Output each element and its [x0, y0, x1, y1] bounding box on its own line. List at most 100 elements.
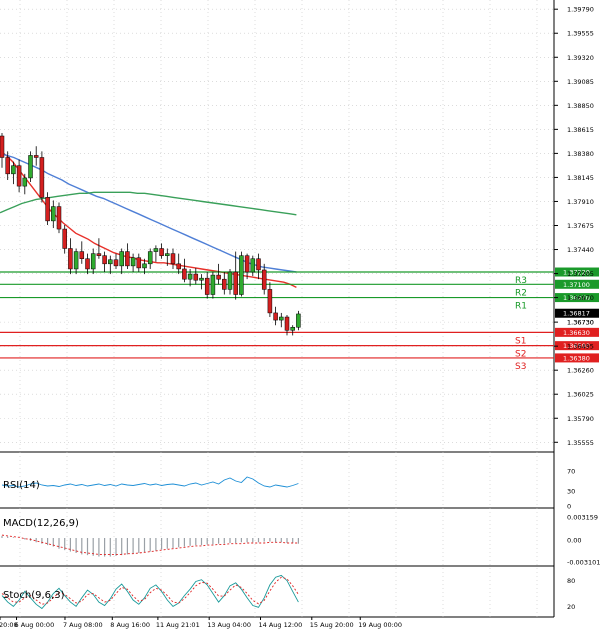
candle-up [296, 313, 301, 328]
candle-up [153, 248, 159, 252]
candle-up [90, 253, 96, 270]
time-tick-label: 13 Aug 04:00 [207, 621, 251, 629]
candle-up [11, 165, 16, 175]
stoch-panel-label: Stoch(9,6,3) [3, 590, 65, 601]
candle-up [290, 326, 295, 331]
candle-down [0, 135, 5, 158]
candle-up [279, 316, 284, 321]
time-tick-label: 14 Aug 12:00 [258, 621, 302, 629]
level-price-tag-label: 1.37100 [563, 281, 590, 289]
candle-down [256, 258, 261, 271]
candle-up [165, 253, 170, 256]
candle-down [39, 157, 45, 198]
stoch-tick-label: 80 [567, 577, 575, 585]
rsi-tick-label: 0 [567, 503, 571, 511]
candle-up [199, 277, 204, 281]
candle-down [56, 206, 62, 230]
candle-up [239, 255, 244, 295]
candle-up [250, 258, 256, 273]
price-tick-label: 1.36970 [567, 294, 594, 302]
rsi-panel-label: RSI(14) [3, 480, 40, 491]
price-tick-label: 1.39085 [567, 78, 594, 86]
price-tick-label: 1.38615 [567, 126, 594, 134]
candle-down [96, 253, 102, 256]
candle-down [79, 251, 85, 259]
candle-down [62, 228, 67, 249]
candle-up [119, 251, 124, 267]
candle-down [193, 273, 199, 281]
level-label-r1: R1 [515, 302, 527, 312]
price-tick-label: 1.39790 [567, 6, 594, 14]
time-tick-label: 11 Aug 21:01 [156, 621, 200, 629]
candle-up [142, 263, 147, 269]
price-tick-label: 1.36495 [567, 343, 594, 351]
candle-up [108, 259, 113, 265]
price-tick-label: 1.36260 [567, 367, 594, 375]
price-tick-label: 1.38380 [567, 150, 594, 158]
price-tick-label: 1.39555 [567, 30, 594, 38]
candle-down [33, 155, 39, 158]
rsi-tick-label: 30 [567, 488, 575, 496]
candle-down [216, 274, 221, 280]
price-tick-label: 1.39320 [567, 54, 594, 62]
level-price-tag-label: 1.36380 [563, 354, 590, 362]
time-tick-label: 7 Aug 08:00 [63, 621, 103, 629]
candle-down [261, 269, 267, 290]
candle-down [125, 251, 130, 267]
level-label-r2: R2 [515, 288, 527, 298]
price-tick-label: 1.37205 [567, 270, 594, 278]
candle-down [267, 289, 273, 314]
price-tick-label: 1.38850 [567, 102, 594, 110]
candle-down [176, 263, 181, 270]
candle-up [22, 177, 28, 187]
candle-down [136, 257, 142, 269]
candle-down [5, 157, 10, 175]
time-tick-label: 6 Aug 00:00 [15, 621, 55, 629]
candle-down [273, 312, 278, 321]
candle-up [147, 251, 153, 265]
current-price-label: 1.36817 [563, 310, 590, 318]
candle-down [159, 248, 164, 256]
stoch-tick-label: 20 [567, 603, 575, 611]
candle-down [170, 253, 176, 265]
macd-tick-label: 0.00 [567, 537, 581, 545]
macd-tick-label: -0.003101 [567, 559, 600, 567]
time-tick-label: 19 Aug 00:00 [358, 621, 402, 629]
candle-up [227, 271, 233, 290]
candle-up [51, 206, 56, 222]
candle-down [45, 197, 50, 222]
price-tick-label: 1.37675 [567, 222, 594, 230]
price-tick-label: 1.35790 [567, 415, 594, 423]
forex-chart: R3 1.37220 R2 1.37100 R1 1.36970 S1 1.36630 S2 1.… [0, 0, 600, 632]
candle-down [204, 277, 210, 295]
candle-up [28, 155, 33, 179]
candle-down [85, 258, 90, 270]
candle-down [233, 271, 238, 295]
price-tick-label: 1.37910 [567, 198, 594, 206]
price-tick-label: 1.35555 [567, 439, 594, 447]
candle-down [102, 255, 107, 265]
candle-up [187, 273, 193, 280]
macd-tick-label: 0.003159 [567, 514, 598, 522]
candle-down [244, 255, 250, 273]
candle-down [222, 278, 227, 290]
candle-up [210, 274, 216, 295]
price-tick-label: 1.36730 [567, 319, 594, 327]
candle-down [113, 259, 119, 267]
level-price-tag-label: 1.36630 [563, 329, 590, 337]
chart-canvas: R31.37220R21.37100R11.36970S11.36630S21.… [0, 0, 600, 632]
candle-down [68, 248, 73, 270]
candle-down [16, 165, 22, 187]
candle-up [73, 251, 79, 270]
candle-down [284, 316, 290, 331]
level-label-s3: S3 [515, 362, 526, 372]
macd-panel-label: MACD(12,26,9) [3, 518, 79, 529]
candle-down [182, 268, 187, 280]
level-label-s1: S1 [515, 336, 526, 346]
candle-up [130, 257, 136, 267]
price-tick-label: 1.36025 [567, 391, 594, 399]
rsi-tick-label: 70 [567, 468, 575, 476]
price-tick-label: 1.38145 [567, 174, 594, 182]
time-tick-label: 15 Aug 20:00 [310, 621, 354, 629]
time-tick-label: 8 Aug 16:00 [110, 621, 150, 629]
